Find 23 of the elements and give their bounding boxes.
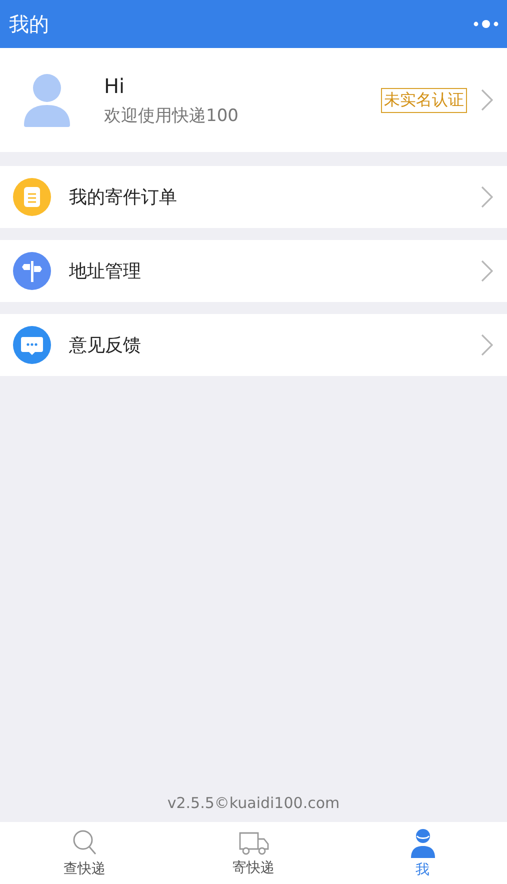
chevron-icon [481, 260, 493, 282]
tab[interactable]: 寄快递 [169, 822, 338, 884]
chevron-icon [481, 89, 493, 111]
search-icon [72, 828, 98, 856]
chevron-icon [481, 186, 493, 208]
menu-label: 地址管理 [69, 260, 142, 283]
greeting: Hi [104, 74, 126, 98]
welcome-text: 欢迎使用快递100 [104, 104, 240, 126]
avatar-icon [24, 73, 70, 127]
person-icon [410, 828, 436, 858]
version-text: v2.5.5©kuaidi100.com [167, 794, 340, 812]
menu-item[interactable]: 地址管理 [0, 240, 507, 302]
menu-item[interactable]: 意见反馈 [0, 314, 507, 376]
menu-label: 意见反馈 [69, 334, 142, 357]
page-title: 我的 [9, 10, 49, 38]
profile-card[interactable]: Hi 欢迎使用快递100 未实名认证 [0, 48, 507, 152]
tab[interactable]: 我 [338, 822, 507, 884]
more-icon[interactable] [473, 19, 499, 29]
chevron-icon [481, 334, 493, 356]
menu-item[interactable]: 我的寄件订单 [0, 166, 507, 228]
truck-icon [238, 830, 270, 856]
menu-label: 我的寄件订单 [69, 186, 178, 209]
tab[interactable]: 查快递 [0, 822, 169, 884]
